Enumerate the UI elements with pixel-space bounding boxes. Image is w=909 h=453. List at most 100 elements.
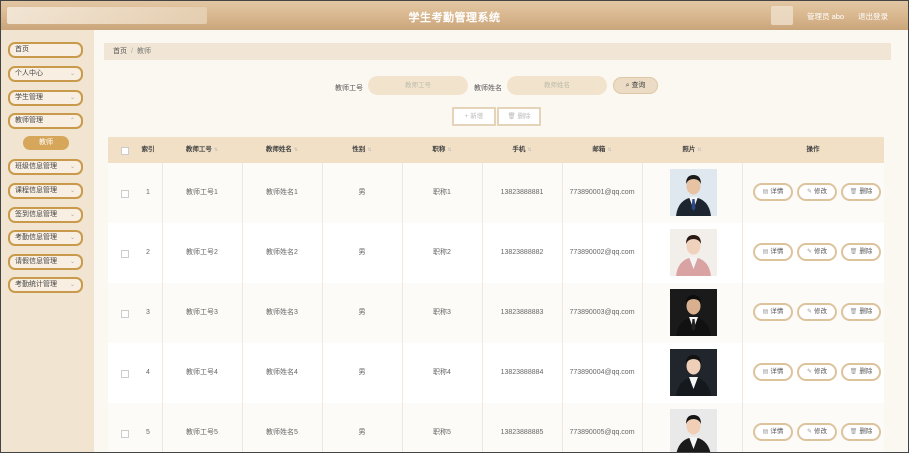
sidebar-item-courses[interactable]: 课程信息管理 ⌄: [8, 183, 83, 199]
pencil-icon: ✎: [806, 309, 813, 315]
row-checkbox[interactable]: [121, 310, 129, 318]
column-divider: [482, 223, 483, 283]
chevron-down-icon: ⌄: [69, 259, 75, 265]
table-row: 5 教师工号5 教师姓名5 男 职称5 13823888885 773890005@qq.c…: [108, 403, 884, 452]
detail-button[interactable]: ▤ 详情: [753, 363, 793, 381]
column-divider: [742, 403, 743, 452]
add-button[interactable]: + 新增: [452, 107, 496, 126]
chevron-down-icon: ⌄: [69, 164, 75, 170]
row-checkbox[interactable]: [121, 250, 129, 258]
sidebar-item-leave[interactable]: 请假信息管理 ⌄: [8, 254, 83, 270]
delete-button[interactable]: 🗑 删除: [841, 303, 881, 321]
sidebar-item-attendance[interactable]: 考勤信息管理 ⌄: [8, 230, 83, 246]
col-email-label: 邮箱: [592, 146, 606, 153]
batch-delete-button[interactable]: 🗑 删除: [497, 107, 541, 126]
teacher-photo: [670, 229, 717, 276]
column-divider: [482, 163, 483, 223]
column-divider: [562, 343, 563, 403]
top-header: 学生考勤管理系统 管理员 abo 退出登录: [1, 1, 908, 30]
row-checkbox[interactable]: [121, 430, 129, 438]
detail-button-label: 详情: [770, 248, 784, 255]
column-divider: [162, 403, 163, 452]
column-divider: [322, 403, 323, 452]
cell-index: 2: [146, 249, 150, 256]
sort-icon: ⇅: [367, 147, 372, 153]
col-teacher-id[interactable]: 教师工号 ⇅: [162, 137, 242, 163]
column-divider: [322, 343, 323, 403]
cell-email: 773890005@qq.com: [569, 429, 635, 436]
col-email[interactable]: 邮箱 ⇅: [562, 137, 642, 163]
sidebar-item-home[interactable]: 首页: [8, 42, 83, 58]
cell-teacher-id: 教师工号3: [186, 309, 218, 316]
delete-button[interactable]: 🗑 删除: [841, 363, 881, 381]
cell-gender: 男: [358, 309, 366, 316]
edit-button-label: 修改: [814, 188, 828, 195]
doc-icon: ▤: [762, 369, 769, 375]
edit-button[interactable]: ✎ 修改: [797, 303, 837, 321]
teacher-id-input[interactable]: 教师工号: [368, 76, 468, 95]
doc-icon: ▤: [762, 249, 769, 255]
sidebar-item-signin[interactable]: 签到信息管理 ⌄: [8, 207, 83, 223]
row-checkbox[interactable]: [121, 370, 129, 378]
sort-icon: ⇅: [447, 147, 452, 153]
detail-button-label: 详情: [770, 308, 784, 315]
chevron-down-icon: ⌄: [69, 95, 75, 101]
sidebar-item-classes[interactable]: 班级信息管理 ⌄: [8, 159, 83, 175]
query-button[interactable]: ⌕ 查询: [613, 77, 658, 94]
col-photo[interactable]: 照片 ⇅: [642, 137, 742, 163]
col-gender[interactable]: 性别 ⇅: [322, 137, 402, 163]
doc-icon: ▤: [762, 309, 769, 315]
cell-email: 773890001@qq.com: [569, 189, 635, 196]
delete-button-label: 删除: [859, 428, 873, 435]
cell-gender: 男: [358, 369, 366, 376]
pencil-icon: ✎: [806, 369, 813, 375]
column-divider: [242, 403, 243, 452]
detail-button[interactable]: ▤ 详情: [753, 243, 793, 261]
col-title[interactable]: 职称 ⇅: [402, 137, 482, 163]
cell-phone: 13823888881: [500, 189, 544, 196]
cell-phone: 13823888883: [500, 309, 544, 316]
plus-icon: +: [464, 113, 469, 120]
cell-teacher-id: 教师工号5: [186, 429, 218, 436]
delete-button[interactable]: 🗑 删除: [841, 183, 881, 201]
column-divider: [162, 283, 163, 343]
edit-button[interactable]: ✎ 修改: [797, 243, 837, 261]
sidebar-item-stats[interactable]: 考勤统计管理 ⌄: [8, 277, 83, 293]
breadcrumb-home[interactable]: 首页: [113, 48, 127, 55]
detail-button[interactable]: ▤ 详情: [753, 303, 793, 321]
select-all-checkbox[interactable]: [121, 147, 129, 155]
table-row: 2 教师工号2 教师姓名2 男 职称2 13823888882 773890002@qq.c…: [108, 223, 884, 284]
delete-button[interactable]: 🗑 删除: [841, 423, 881, 441]
detail-button[interactable]: ▤ 详情: [753, 183, 793, 201]
edit-button[interactable]: ✎ 修改: [797, 363, 837, 381]
sidebar-item-teachers[interactable]: 教师管理 ⌃: [8, 113, 83, 129]
row-checkbox[interactable]: [121, 190, 129, 198]
edit-button[interactable]: ✎ 修改: [797, 423, 837, 441]
delete-button[interactable]: 🗑 删除: [841, 243, 881, 261]
edit-button-label: 修改: [814, 368, 828, 375]
sidebar-subitem-teacher[interactable]: 教师: [23, 136, 69, 150]
cell-title: 职称5: [433, 429, 451, 436]
sidebar-item-students[interactable]: 学生管理 ⌄: [8, 90, 83, 106]
pencil-icon: ✎: [806, 189, 813, 195]
cell-index: 1: [146, 189, 150, 196]
app-title: 学生考勤管理系统: [408, 12, 501, 24]
col-teacher-name[interactable]: 教师姓名 ⇅: [242, 137, 322, 163]
table-row: 4 教师工号4 教师姓名4 男 职称4 13823888884 773890004@qq.c…: [108, 343, 884, 404]
edit-button-label: 修改: [814, 428, 828, 435]
column-divider: [402, 283, 403, 343]
trash-icon: 🗑: [849, 189, 858, 195]
col-phone[interactable]: 手机 ⇅: [482, 137, 562, 163]
delete-button-label: 删除: [859, 248, 873, 255]
edit-button[interactable]: ✎ 修改: [797, 183, 837, 201]
column-divider: [242, 343, 243, 403]
teacher-name-input[interactable]: 教师姓名: [507, 76, 607, 95]
column-divider: [642, 343, 643, 403]
sidebar-item-profile[interactable]: 个人中心 ⌄: [8, 66, 83, 82]
cell-phone: 13823888885: [500, 429, 544, 436]
sidebar-item-label: 考勤统计管理: [15, 281, 57, 288]
sidebar-item-label: 请假信息管理: [15, 258, 57, 265]
logout-link[interactable]: 退出登录: [858, 11, 888, 22]
column-divider: [322, 163, 323, 223]
detail-button[interactable]: ▤ 详情: [753, 423, 793, 441]
